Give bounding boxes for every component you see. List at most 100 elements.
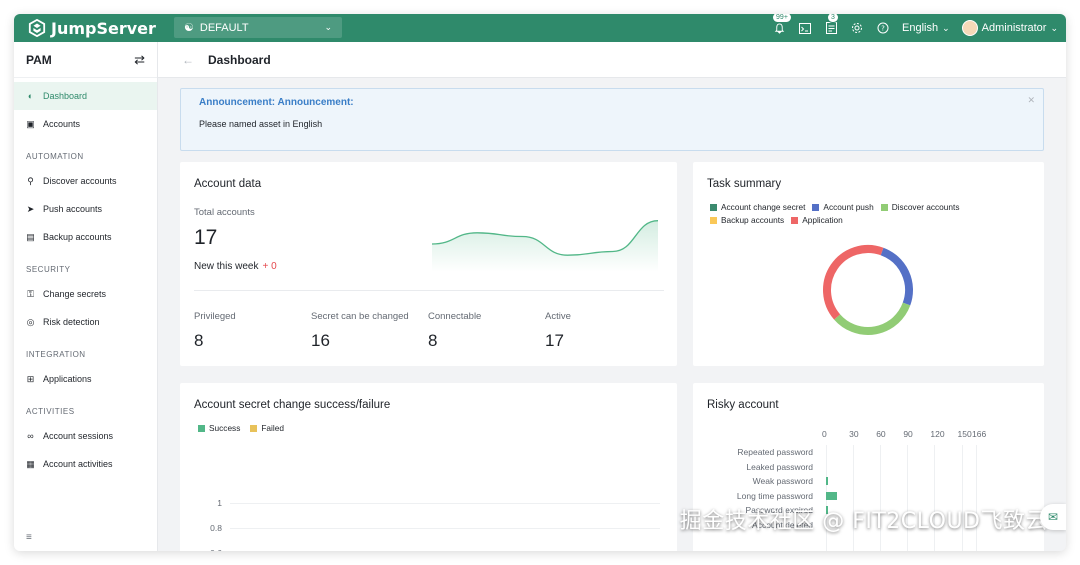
legend-label: Backup accounts	[721, 215, 785, 225]
y-tick-label: 0.6	[192, 548, 222, 551]
sidebar-item-account-activities[interactable]: ▦ Account activities	[14, 450, 157, 478]
language-selector[interactable]: English ⌄	[902, 22, 950, 34]
grid-line	[961, 445, 963, 551]
legend-swatch	[812, 203, 820, 211]
key-icon: ⚿	[27, 288, 34, 299]
app-name: JumpServer	[51, 18, 156, 38]
legend-swatch	[198, 424, 205, 432]
stat-value-privileged: 8	[194, 331, 204, 350]
terminal-icon	[799, 22, 812, 34]
sidebar-item-discover-accounts[interactable]: ⚲ Discover accounts	[14, 167, 157, 195]
new-this-week: New this week + 0	[194, 261, 277, 272]
grid-line	[230, 503, 660, 504]
lock-icon: ▣	[26, 118, 35, 129]
legend-item[interactable]: Application	[791, 215, 843, 225]
help-button[interactable]: ?	[876, 21, 890, 35]
sidebar-item-label: Risk detection	[43, 317, 100, 327]
notification-badge: 99+	[772, 14, 792, 23]
gear-icon	[852, 23, 863, 33]
legend-item[interactable]: Failed	[250, 423, 284, 433]
watermark-text: 掘金技术社区 @ FIT2CLOUD飞致云	[679, 509, 1048, 534]
back-arrow-icon[interactable]: ←	[182, 53, 194, 67]
sidebar-item-label: Dashboard	[43, 91, 88, 101]
main-content: ← Dashboard Announcement: Announcement: …	[158, 42, 1066, 551]
card-title: Task summary	[707, 178, 782, 190]
accounts-sparkline	[432, 220, 658, 272]
topbar-actions: 99+ 3 ? English ⌄ Administrator ⌄	[772, 14, 1058, 42]
sidebar-item-label: Accounts	[43, 119, 81, 129]
swap-view-icon[interactable]: ⇄	[134, 52, 145, 68]
legend-item[interactable]: Account change secret	[710, 202, 805, 212]
donut-slice[interactable]	[834, 302, 911, 335]
page-title: Dashboard	[208, 52, 271, 67]
notification-button[interactable]: 99+	[772, 14, 792, 35]
page-header: ← Dashboard	[158, 42, 1066, 78]
sidebar-item-push-accounts[interactable]: ➤ Push accounts	[14, 195, 157, 223]
grid-line	[230, 528, 660, 529]
sidebar-header: PAM ⇄	[14, 42, 157, 78]
x-tick-label: 150	[957, 429, 972, 439]
sidebar-item-applications[interactable]: ⊞ Applications	[14, 365, 157, 393]
chat-assistant-button[interactable]: ✉	[1040, 504, 1066, 530]
chevron-down-icon: ⌄	[942, 22, 950, 33]
close-icon[interactable]: ✕	[1027, 95, 1035, 106]
jumpserver-logo-icon	[28, 19, 46, 37]
x-tick-label: 30	[849, 429, 859, 439]
x-tick-label: 120	[930, 429, 945, 439]
sidebar-item-dashboard[interactable]: ◐ Dashboard	[14, 82, 157, 110]
sidebar-title: PAM	[26, 52, 52, 67]
user-name: Administrator	[981, 22, 1047, 34]
sidebar-item-label: Change secrets	[43, 289, 107, 299]
risk-bar[interactable]	[826, 477, 828, 485]
settings-button[interactable]	[850, 21, 864, 35]
legend-swatch	[710, 216, 717, 224]
total-accounts-value: 17	[194, 226, 218, 249]
donut-slice[interactable]	[880, 247, 913, 306]
sidebar-item-accounts[interactable]: ▣ Accounts	[14, 110, 157, 138]
dashboard-icon: ◐	[27, 90, 34, 101]
new-this-week-value: + 0	[262, 261, 277, 272]
y-tick-label: 1	[217, 498, 222, 508]
x-tick-label: 166	[972, 429, 987, 439]
sidebar-item-backup-accounts[interactable]: ▤ Backup accounts	[14, 223, 157, 251]
user-menu[interactable]: Administrator ⌄	[961, 20, 1058, 36]
legend-label: Success	[209, 423, 241, 433]
chevron-down-icon: ⌄	[324, 22, 332, 32]
sidebar-item-label: Account activities	[43, 459, 113, 469]
sidebar-item-account-sessions[interactable]: ∞ Account sessions	[14, 422, 157, 450]
collapse-sidebar-icon[interactable]: ≡	[26, 532, 32, 543]
legend-item[interactable]: Success	[198, 423, 240, 433]
group-title-automation: AUTOMATION	[26, 152, 84, 161]
sidebar-item-risk-detection[interactable]: ◎ Risk detection	[14, 308, 157, 336]
org-selector[interactable]: ☯ DEFAULT ⌄	[174, 17, 342, 38]
sidebar-item-change-secrets[interactable]: ⚿ Change secrets	[14, 280, 157, 308]
avatar	[961, 20, 978, 36]
grid-line	[934, 445, 936, 551]
legend-item[interactable]: Discover accounts	[880, 202, 959, 212]
task-donut-chart	[823, 245, 913, 335]
legend-label: Failed	[261, 423, 284, 433]
risk-bar[interactable]	[826, 491, 837, 500]
stat-value-active: 17	[545, 331, 564, 350]
x-tick-label: 60	[876, 429, 886, 439]
legend-item[interactable]: Account push	[812, 202, 874, 212]
donut-slice[interactable]	[823, 245, 884, 320]
sidebar-item-label: Account sessions	[43, 431, 114, 441]
secret-change-card: Account secret change success/failure Su…	[180, 383, 677, 551]
card-title: Account secret change success/failure	[194, 399, 391, 411]
legend-swatch	[791, 216, 799, 224]
legend-item[interactable]: Backup accounts	[710, 215, 784, 225]
group-title-security: SECURITY	[26, 265, 71, 274]
stat-value-secret-changeable: 16	[311, 331, 330, 350]
document-icon	[825, 22, 837, 34]
category-label: Long time password	[736, 490, 813, 501]
y-tick-label: 0.8	[210, 523, 222, 533]
messages-button[interactable]: 3	[824, 14, 839, 35]
x-tick-label: 90	[903, 429, 913, 439]
terminal-button[interactable]	[798, 21, 812, 35]
app-logo[interactable]: JumpServer	[28, 18, 156, 38]
stat-label-connectable: Connectable	[428, 311, 482, 322]
sidebar-item-label: Backup accounts	[43, 232, 112, 242]
divider	[194, 290, 664, 291]
group-title-integration: INTEGRATION	[26, 350, 86, 359]
